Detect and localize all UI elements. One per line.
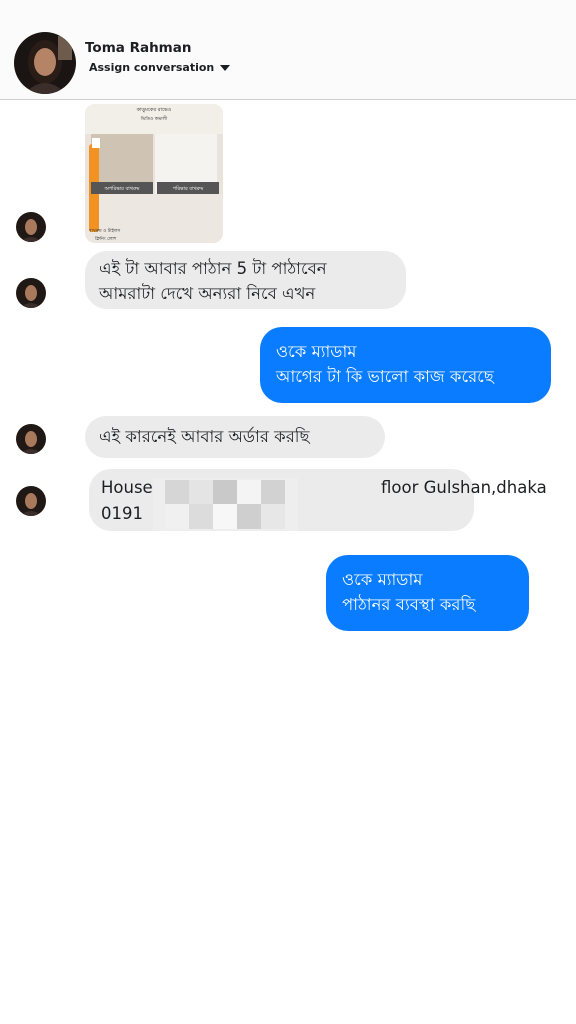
incoming-message[interactable]: এই টা আবার পাঠান 5 টা পাঠাবেন আমরাটা দেখ…	[85, 251, 406, 309]
message-text: floor Gulshan,dhaka	[381, 478, 547, 497]
message-text: আমরাটা দেখে অন্যরা নিবে এখন	[99, 284, 316, 303]
conversation-header: Toma Rahman Assign conversation	[0, 0, 576, 100]
sender-avatar	[16, 424, 46, 454]
caret-down-icon	[220, 64, 231, 71]
message-text: এই কারনেই আবার অর্ডার করছি	[99, 427, 310, 446]
message-text: ওকে ম্যাডাম	[276, 342, 357, 361]
message-text: ওকে ম্যাডাম	[342, 570, 423, 589]
assign-conversation-label: Assign conversation	[89, 61, 215, 74]
image-overlay-product-2: ক্লিনিং লোশ	[94, 236, 118, 242]
contact-avatar[interactable]	[14, 32, 76, 94]
message-text: পাঠানর ব্যবস্থা করছি	[342, 595, 476, 614]
incoming-message[interactable]: এই কারনেই আবার অর্ডার করছি	[85, 416, 385, 458]
image-attachment[interactable]: কাড়ুমকের রাভেও ভিডিও কভালী অপরিষ্কার বা…	[85, 104, 223, 243]
outgoing-message[interactable]: ওকে ম্যাডাম আগের টা কি ভালো কাজ করেছে	[260, 327, 551, 403]
image-overlay-subtitle: ভিডিও কভালী	[140, 115, 168, 122]
assign-conversation-button[interactable]: Assign conversation	[89, 61, 231, 74]
message-text: 0191	[101, 504, 143, 523]
image-overlay-before: অপরিষ্কার বাথরুম	[103, 186, 139, 192]
sender-avatar	[16, 486, 46, 516]
outgoing-message[interactable]: ওকে ম্যাডাম পাঠানর ব্যবস্থা করছি	[326, 555, 529, 631]
image-overlay-title: কাড়ুমকের রাভেও	[136, 107, 172, 113]
sender-avatar	[16, 278, 46, 308]
message-text: এই টা আবার পাঠান 5 টা পাঠাবেন	[99, 259, 327, 278]
redacted-area	[153, 478, 298, 531]
message-text: আগের টা কি ভালো কাজ করেছে	[276, 367, 494, 386]
image-overlay-product: বাথরুম ও টাইলস	[88, 227, 121, 234]
message-text: House	[101, 478, 153, 497]
contact-name[interactable]: Toma Rahman	[85, 40, 191, 56]
sender-avatar	[16, 212, 46, 242]
image-overlay-after: পরিষ্কার বাথরুম	[173, 186, 204, 192]
